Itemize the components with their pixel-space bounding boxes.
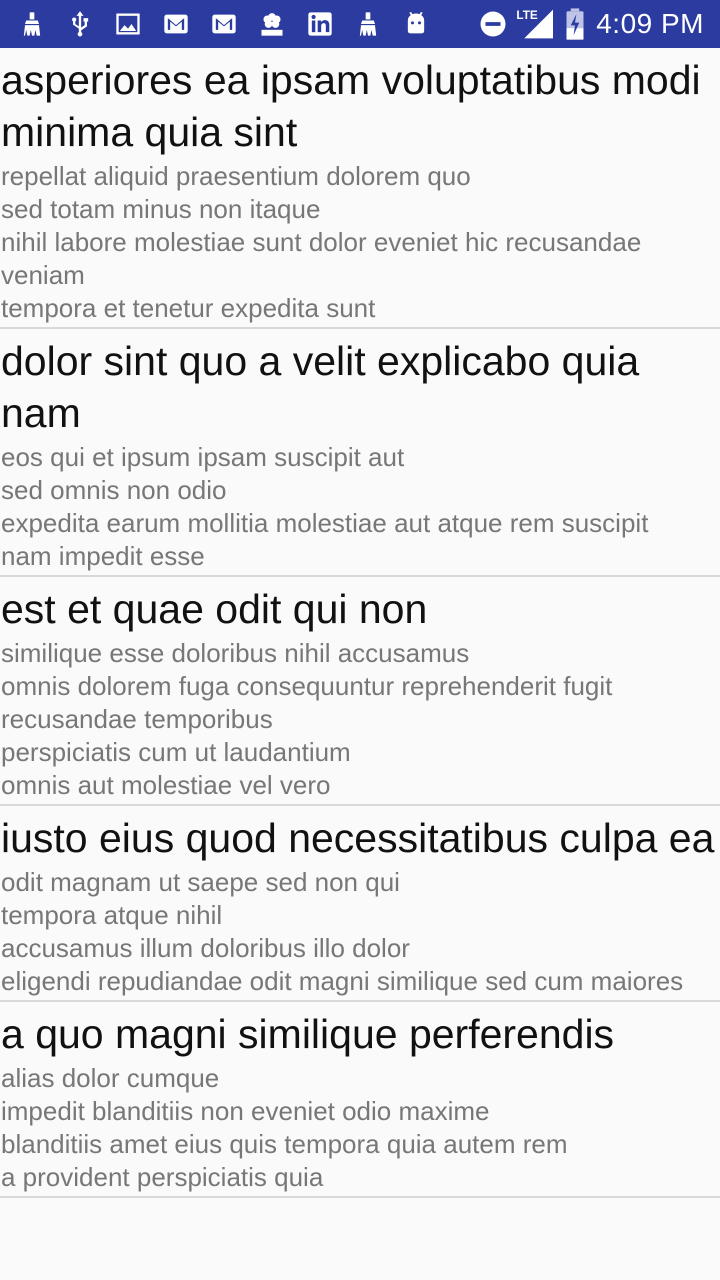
network-type-label: LTE	[517, 9, 538, 22]
usb-icon	[62, 8, 98, 40]
do-not-disturb-icon	[478, 9, 508, 39]
post-title: a quo magni similique perferendis	[1, 1011, 615, 1057]
post-title: est et quae odit qui non	[1, 586, 428, 632]
post-title: iusto eius quod necessitatibus culpa ea	[1, 815, 715, 861]
notification-icons	[0, 8, 446, 40]
list-item[interactable]: asperiores ea ipsam voluptatibus modi mi…	[0, 48, 720, 329]
android-icon	[398, 8, 434, 40]
post-body: repellat aliquid praesentium dolorem quo…	[1, 161, 642, 323]
post-body: similique esse doloribus nihil accusamus…	[1, 638, 613, 800]
image-icon	[110, 8, 146, 40]
nbc-news-icon	[254, 8, 290, 40]
post-list[interactable]: asperiores ea ipsam voluptatibus modi mi…	[0, 48, 720, 1280]
post-body: eos qui et ipsum ipsam suscipit aut sed …	[1, 442, 649, 571]
gmail-icon	[158, 8, 194, 40]
post-title: dolor sint quo a velit explicabo quia na…	[1, 338, 640, 436]
list-item[interactable]: dolor sint quo a velit explicabo quia na…	[0, 329, 720, 577]
list-item[interactable]: a quo magni similique perferendis alias …	[0, 1002, 720, 1198]
clock: 4:09 PM	[596, 8, 704, 39]
battery-charging-icon	[564, 7, 586, 41]
signal-icon: LTE	[516, 7, 556, 41]
list-item[interactable]: iusto eius quod necessitatibus culpa ea …	[0, 806, 720, 1002]
post-title: asperiores ea ipsam voluptatibus modi mi…	[1, 57, 701, 155]
gmail-icon	[206, 8, 242, 40]
cleaner-icon	[14, 8, 50, 40]
status-bar: LTE 4:09 PM	[0, 0, 720, 48]
post-body: odit magnam ut saepe sed non qui tempora…	[1, 867, 684, 996]
linkedin-icon	[302, 8, 338, 40]
cleaner-icon	[350, 8, 386, 40]
system-icons: LTE 4:09 PM	[470, 7, 720, 41]
list-item[interactable]: est et quae odit qui non similique esse …	[0, 577, 720, 806]
post-body: alias dolor cumque impedit blanditiis no…	[1, 1063, 568, 1192]
